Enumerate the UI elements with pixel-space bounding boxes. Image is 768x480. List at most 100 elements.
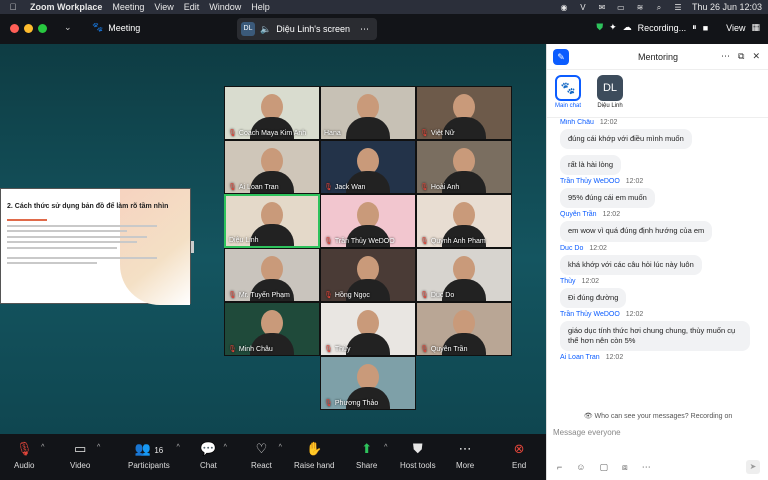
apple-icon[interactable]: : [6, 2, 20, 12]
recording-notice[interactable]: 👁 Who can see your messages? Recording o…: [547, 412, 768, 420]
menu-edit[interactable]: Edit: [184, 2, 200, 12]
participant-tile[interactable]: 🎙 Quynh Anh Pham: [416, 194, 512, 248]
mic-muted-icon: 🎙: [228, 130, 237, 137]
participant-tile[interactable]: 🎙 Hoài Anh: [416, 140, 512, 194]
message-time: 12:02: [602, 211, 621, 219]
menu-help[interactable]: Help: [251, 2, 270, 12]
audio-button[interactable]: 🎙 Audio ^: [14, 440, 44, 470]
menu-window[interactable]: Window: [209, 2, 241, 12]
caret-up-icon[interactable]: ^: [177, 444, 180, 451]
chat-message[interactable]: Thùy 12:02 Đi đúng đường: [560, 278, 768, 311]
cloud-icon: ☁: [622, 22, 632, 32]
popout-icon[interactable]: ⧉: [738, 51, 744, 62]
participant-name: 🎙 Quyên Trần: [420, 345, 468, 354]
caret-up-icon[interactable]: ^: [384, 444, 387, 451]
message-input[interactable]: Message everyone: [553, 428, 761, 437]
shared-screen-thumbnail[interactable]: 2. Cách thức sử dụng bản đồ để làm rõ tầ…: [0, 188, 194, 305]
react-button[interactable]: ♡ React ^: [251, 440, 282, 470]
participant-tile[interactable]: 🎙 Phương Thảo: [320, 356, 416, 410]
screenshot-icon[interactable]: ⧈: [622, 462, 628, 473]
chat-message[interactable]: Minh Châu 12:02 đúng cái khớp với điều mìn…: [560, 119, 768, 178]
participant-tile[interactable]: 🎙 Thùy: [320, 302, 416, 356]
video-button[interactable]: ▭ Video ^: [70, 440, 100, 470]
more-icon[interactable]: ⋯: [642, 462, 651, 473]
search-icon[interactable]: ⌕: [654, 3, 664, 12]
vpn-icon[interactable]: V: [578, 3, 588, 12]
participant-tile[interactable]: 🎙 Việt Nữ: [416, 86, 512, 140]
chat-message[interactable]: Quyên Trần 12:02 em wow vì quá đúng định h…: [560, 211, 768, 244]
raise-hand-button[interactable]: ✋ Raise hand: [294, 440, 334, 470]
minimize-window-button[interactable]: [24, 24, 33, 33]
battery-icon[interactable]: ▭: [616, 3, 626, 12]
participants-button[interactable]: 👥 16 Participants ^: [128, 440, 180, 470]
emoji-icon[interactable]: ☺: [576, 462, 585, 473]
participant-tile[interactable]: 🎙 Duc Do: [416, 248, 512, 302]
grid-icon[interactable]: ▦: [751, 22, 760, 33]
sharer-avatar: DL: [241, 22, 255, 36]
menu-view[interactable]: View: [154, 2, 173, 12]
participant-face: [261, 147, 283, 174]
chat-message[interactable]: Ai Loan Tran 12:02: [560, 354, 768, 361]
send-button[interactable]: ➤: [746, 460, 760, 474]
channel-dieu-linh[interactable]: DL Diệu Linh: [597, 75, 623, 109]
stop-recording-icon[interactable]: ■: [703, 23, 708, 33]
chat-button[interactable]: 💬 Chat ^: [200, 440, 227, 470]
screen-share-tab[interactable]: DL 🔈 Diệu Linh's screen ⋯: [237, 18, 377, 40]
participant-tile[interactable]: 🎙 Hồng Ngọc: [320, 248, 416, 302]
close-icon[interactable]: ✕: [752, 51, 760, 62]
message-bubble: Đi đúng đường: [560, 287, 627, 308]
more-options-icon[interactable]: ⋯: [360, 24, 369, 35]
participant-tile[interactable]: 🎙 Jack Wan: [320, 140, 416, 194]
participant-tile[interactable]: 🎙 Coach Maya Kim Anh: [224, 86, 320, 140]
meeting-title[interactable]: 🐾 Meeting: [92, 22, 140, 33]
security-shield-icon[interactable]: ⛊: [596, 22, 603, 33]
meeting-stage: 2. Cách thức sử dụng bản đồ để làm rõ tầ…: [0, 44, 546, 434]
pause-recording-icon[interactable]: ⏸: [692, 22, 697, 33]
zoom-status-icon[interactable]: ◉: [559, 3, 569, 12]
chat-messages[interactable]: Minh Châu 12:02 đúng cái khớp với điều mìn…: [547, 119, 768, 409]
participant-tile[interactable]: 🎙 Trần Thủy WeDOO: [320, 194, 416, 248]
menu-app[interactable]: Zoom Workplace: [30, 2, 102, 12]
chat-message[interactable]: Trần Thủy WeDOO 12:02 giáo dục tính thức h…: [560, 311, 768, 354]
view-button[interactable]: View: [726, 23, 745, 33]
participant-tile[interactable]: 🎙 Minh Châu: [224, 302, 320, 356]
ai-companion-icon[interactable]: ✦: [609, 22, 617, 33]
caret-up-icon[interactable]: ^: [279, 444, 282, 451]
message-bubble: 95% đúng cái em muốn: [560, 188, 655, 209]
message-sender: Trần Thủy WeDOO 12:02: [560, 310, 644, 318]
share-button[interactable]: ⬆ Share ^: [356, 440, 387, 470]
caret-up-icon[interactable]: ^: [97, 444, 100, 451]
menubar-datetime[interactable]: Thu 26 Jun 12:03: [692, 2, 762, 12]
file-icon[interactable]: ▢: [599, 462, 608, 473]
caret-up-icon[interactable]: ^: [224, 444, 227, 451]
mic-muted-icon: 🎙: [420, 346, 429, 353]
more-icon[interactable]: ⋯: [721, 51, 730, 62]
chat-message[interactable]: Duc Do 12:02 khá khớp với các câu hỏi lúc …: [560, 245, 768, 278]
close-window-button[interactable]: [10, 24, 19, 33]
participant-name: 🎙 Ai Loan Tran: [228, 183, 279, 192]
participant-tile[interactable]: 🎙 Quyên Trần: [416, 302, 512, 356]
participant-tile[interactable]: 🎙 Ai Loan Tran: [224, 140, 320, 194]
end-button[interactable]: ⊗ End: [512, 440, 526, 470]
host-tools-button[interactable]: ⛊ Host tools: [400, 440, 436, 470]
participants-icon: 👥 16: [134, 441, 164, 456]
message-time: 12:02: [625, 178, 644, 186]
zoom-window-button[interactable]: [38, 24, 47, 33]
menu-meeting[interactable]: Meeting: [112, 2, 144, 12]
resize-handle[interactable]: [191, 241, 194, 253]
participant-tile[interactable]: 🎙 Mr. Tuyến Phạm: [224, 248, 320, 302]
mail-icon[interactable]: ✉: [597, 3, 607, 12]
participant-tile[interactable]: Hana: [320, 86, 416, 140]
more-button[interactable]: ⋯ More: [456, 440, 474, 470]
format-icon[interactable]: ⌐: [557, 462, 562, 473]
channel-main-chat[interactable]: 🐾 Main chat: [555, 75, 581, 109]
control-center-icon[interactable]: ☰: [673, 3, 683, 12]
participant-face: [453, 147, 475, 174]
participant-name: 🎙 Mr. Tuyến Phạm: [228, 291, 290, 300]
caret-up-icon[interactable]: ^: [41, 444, 44, 451]
chat-message[interactable]: Trần Thủy WeDOO 12:02 95% đúng cái em muốn: [560, 178, 768, 211]
chevron-down-icon[interactable]: ⌄: [64, 22, 72, 33]
participant-tile[interactable]: Diệu Linh: [224, 194, 320, 248]
wifi-icon[interactable]: ≋: [635, 3, 645, 12]
participant-name: 🎙 Thùy: [324, 345, 351, 354]
